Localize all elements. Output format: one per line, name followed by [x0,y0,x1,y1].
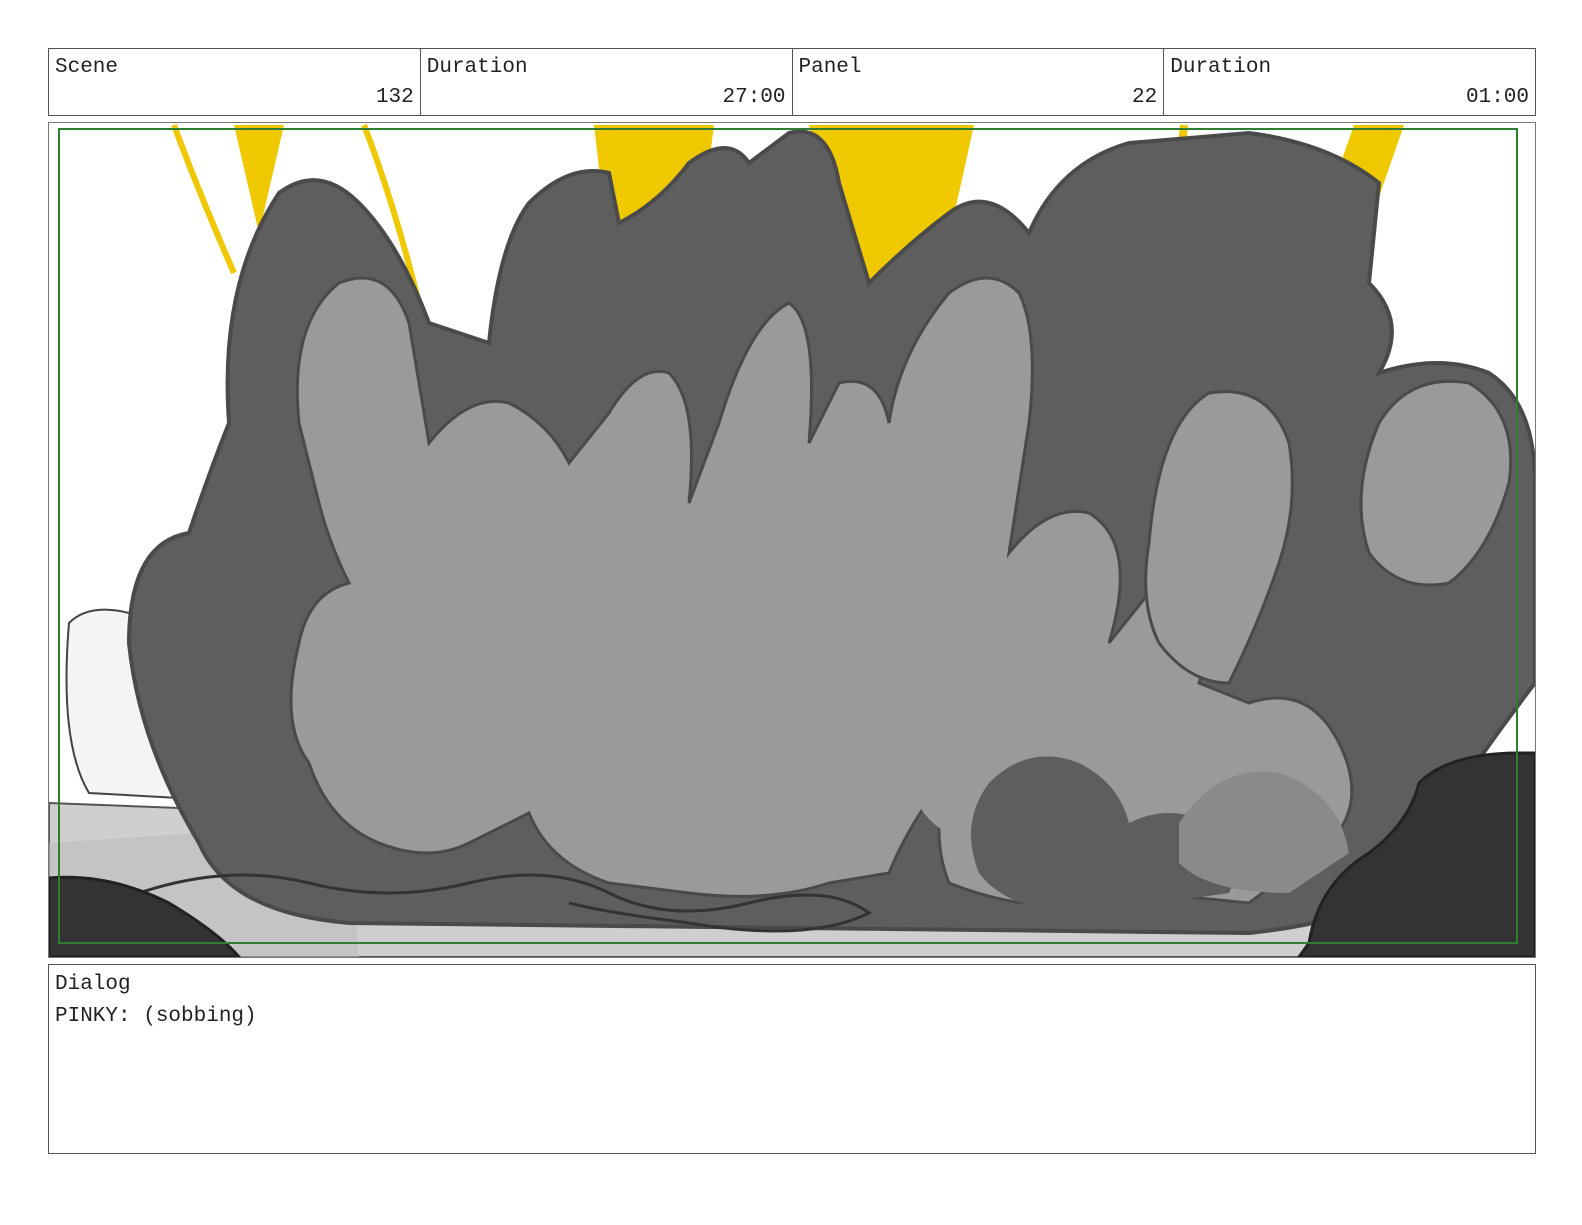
scene-number: 132 [375,86,414,109]
panel-info-header: Scene 132 Duration 27:00 Panel 22 Durati… [48,48,1536,116]
panel-duration-cell: Duration 01:00 [1164,49,1535,115]
dialog-text: PINKY: (sobbing) [55,1005,257,1028]
dialog-box: Dialog PINKY: (sobbing) [48,964,1536,1154]
scene-duration-cell: Duration 27:00 [421,49,793,115]
storyboard-panel-image [48,122,1536,958]
scene-cell: Scene 132 [49,49,421,115]
scene-duration-value: 27:00 [722,86,786,109]
panel-cell: Panel 22 [793,49,1165,115]
dialog-label: Dialog [55,973,131,996]
panel-duration-label: Duration [1170,56,1272,79]
panel-number: 22 [1132,86,1158,109]
panel-label: Panel [798,56,862,79]
panel-duration-value: 01:00 [1465,86,1529,109]
explosion-smoke-cloud-illustration [49,123,1535,957]
scene-duration-label: Duration [426,56,528,79]
scene-label: Scene [55,56,119,79]
